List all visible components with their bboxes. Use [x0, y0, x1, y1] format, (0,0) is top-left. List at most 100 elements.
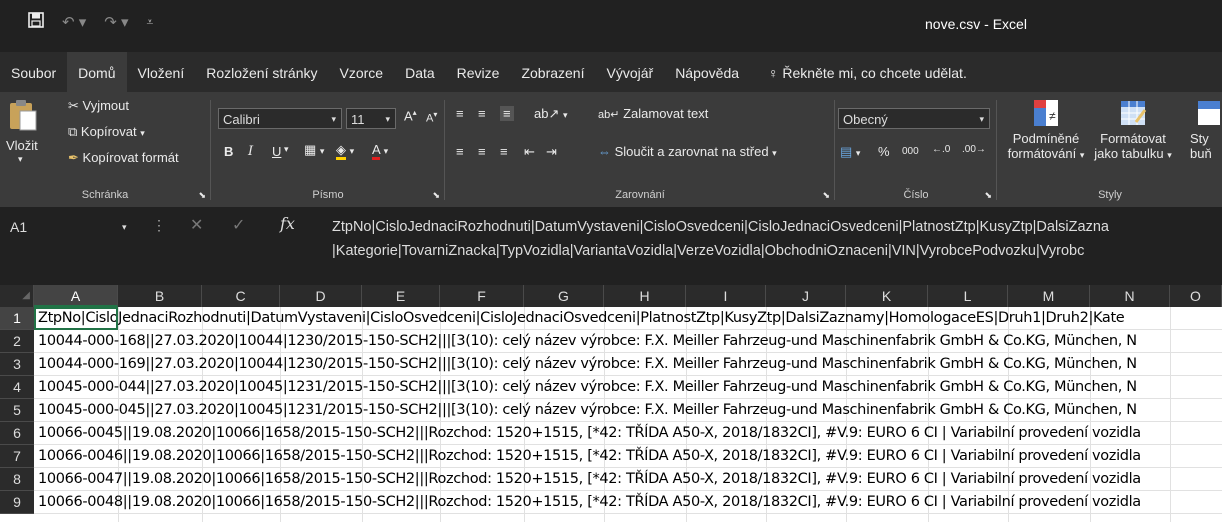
tab-home[interactable]: Domů [67, 52, 127, 92]
table-row: 7 10066-0046||19.08.2020|10066|1658/2015-… [0, 445, 1222, 468]
row-header[interactable]: 2 [0, 330, 34, 353]
row-header[interactable]: 8 [0, 468, 34, 491]
cell-text[interactable]: 10066-0048||19.08.2020|10066|1658/2015-1… [34, 491, 1222, 514]
cell-text[interactable]: 10044-000-168||27.03.2020|10044|1230/201… [34, 330, 1222, 353]
tab-review[interactable]: Revize [446, 54, 511, 92]
column-header[interactable]: I [686, 285, 766, 307]
row-header[interactable]: 7 [0, 445, 34, 468]
redo-icon[interactable]: ↷ ▾ [104, 13, 128, 31]
more-options-icon[interactable]: ⋮ [152, 217, 166, 234]
borders-icon[interactable]: ▦ ▾ [304, 142, 324, 158]
tab-developer[interactable]: Vývojář [596, 54, 665, 92]
increase-decimal-icon[interactable]: ←.0 [932, 144, 950, 155]
column-header[interactable]: B [118, 285, 202, 307]
format-painter-button[interactable]: ✒ Kopírovat formát [68, 150, 179, 166]
number-format-select[interactable]: Obecný ▾ [838, 108, 990, 129]
cut-button[interactable]: ✂ Vyjmout [68, 98, 129, 114]
currency-icon[interactable]: ▤ ▾ [840, 144, 860, 160]
tab-file[interactable]: Soubor [0, 54, 67, 92]
orientation-icon[interactable]: ab↗ ▾ [534, 106, 568, 122]
tab-insert[interactable]: Vložení [127, 54, 196, 92]
chevron-down-icon[interactable]: ▾ [284, 144, 289, 155]
align-top-icon[interactable]: ≡ [456, 106, 464, 121]
column-header[interactable]: M [1008, 285, 1090, 307]
merge-center-button[interactable]: ⇔ Sloučit a zarovnat na střed ▾ [598, 144, 777, 159]
table-row: 1 ZtpNo|CisloJednaciRozhodnuti|DatumVysta… [0, 307, 1222, 330]
column-header[interactable]: J [766, 285, 846, 307]
column-header[interactable]: F [440, 285, 524, 307]
row-header[interactable]: 3 [0, 353, 34, 376]
align-bottom-icon[interactable]: ≡ [500, 106, 514, 121]
decrease-indent-icon[interactable]: ⇤ [524, 144, 535, 160]
column-header[interactable]: G [524, 285, 604, 307]
tab-data[interactable]: Data [394, 54, 446, 92]
font-size-select[interactable]: 11 ▾ [346, 108, 396, 129]
dialog-launcher-icon[interactable]: ⬊ [198, 190, 206, 201]
row-header[interactable]: 9 [0, 491, 34, 514]
confirm-icon[interactable]: ✓ [232, 215, 245, 235]
row-header[interactable]: 5 [0, 399, 34, 422]
underline-button[interactable]: U [272, 144, 281, 159]
cell-text[interactable]: 10045-000-045||27.03.2020|10045|1231/201… [34, 399, 1222, 422]
dialog-launcher-icon[interactable]: ⬊ [432, 190, 440, 201]
tab-view[interactable]: Zobrazení [510, 54, 595, 92]
bold-button[interactable]: B [224, 144, 233, 159]
tab-help[interactable]: Nápověda [664, 54, 750, 92]
format-as-table-button[interactable]: Formátovat jako tabulku ▾ [1090, 98, 1176, 161]
customize-icon[interactable]: ⩡ [147, 15, 154, 30]
italic-button[interactable]: I [248, 144, 253, 159]
wrap-text-button[interactable]: ab↵ Zalamovat text [598, 106, 708, 121]
align-left-icon[interactable]: ≡ [456, 144, 464, 159]
save-icon[interactable] [28, 12, 44, 32]
row-header[interactable]: 6 [0, 422, 34, 445]
cell-text[interactable]: ZtpNo|CisloJednaciRozhodnuti|DatumVystav… [34, 307, 1222, 330]
column-header[interactable]: O [1170, 285, 1222, 307]
paste-button[interactable]: Vložit ▾ [6, 96, 42, 164]
align-right-icon[interactable]: ≡ [500, 144, 508, 159]
cell-text[interactable]: 10044-000-169||27.03.2020|10044|1230/201… [34, 353, 1222, 376]
fill-color-icon[interactable]: ◈ ▾ [336, 142, 354, 160]
increase-indent-icon[interactable]: ⇥ [546, 144, 557, 160]
decrease-decimal-icon[interactable]: .00→ [962, 144, 986, 155]
cancel-icon[interactable]: ✕ [190, 215, 203, 235]
column-header[interactable]: H [604, 285, 686, 307]
font-color-icon[interactable]: A ▾ [372, 142, 388, 160]
conditional-formatting-button[interactable]: ≠ Podmíněné formátování ▾ [1004, 98, 1088, 161]
column-header[interactable]: N [1090, 285, 1170, 307]
percent-button[interactable]: % [878, 144, 890, 159]
tell-me-search[interactable]: ♀ Řekněte mi, co chcete udělat. [750, 54, 967, 92]
cell-text[interactable]: 10066-0045||19.08.2020|10066|1658/2015-1… [34, 422, 1222, 445]
divider [210, 100, 211, 200]
brush-icon: ✒ [68, 150, 79, 165]
column-header[interactable]: E [362, 285, 440, 307]
dialog-launcher-icon[interactable]: ⬊ [822, 190, 830, 201]
row-header[interactable]: 1 [0, 307, 34, 330]
select-all-button[interactable]: ◢ [0, 285, 34, 307]
formula-input[interactable]: ZtpNo|CisloJednaciRozhodnuti|DatumVystav… [332, 215, 1222, 263]
row-header[interactable]: 4 [0, 376, 34, 399]
column-header[interactable]: A [34, 285, 118, 307]
align-center-icon[interactable]: ≡ [478, 144, 486, 159]
thousands-button[interactable]: 000 [902, 146, 919, 157]
name-box[interactable]: A1 ▾ [10, 214, 130, 240]
cell-text[interactable]: 10045-000-044||27.03.2020|10045|1231/201… [34, 376, 1222, 399]
column-header[interactable]: L [928, 285, 1008, 307]
align-middle-icon[interactable]: ≡ [478, 106, 486, 121]
undo-icon[interactable]: ↶ ▾ [62, 13, 86, 31]
ribbon: Vložit ▾ ✂ Vyjmout ⧉ Kopírovat ▾ ✒ Kopír… [0, 92, 1222, 207]
column-header[interactable]: C [202, 285, 280, 307]
cell-styles-button[interactable]: Sty buň [1190, 98, 1222, 161]
dialog-launcher-icon[interactable]: ⬊ [984, 190, 992, 201]
tab-page-layout[interactable]: Rozložení stránky [195, 54, 328, 92]
increase-font-button[interactable]: A▴ [404, 108, 417, 123]
tab-formulas[interactable]: Vzorce [329, 54, 395, 92]
insert-function-icon[interactable]: fx [280, 214, 295, 233]
cell-text[interactable]: 10066-0047||19.08.2020|10066|1658/2015-1… [34, 468, 1222, 491]
column-header[interactable]: K [846, 285, 928, 307]
cell-styles-icon [1198, 101, 1220, 125]
font-name-select[interactable]: Calibri ▾ [218, 108, 342, 129]
decrease-font-button[interactable]: A▾ [426, 110, 437, 125]
cell-text[interactable]: 10066-0046||19.08.2020|10066|1658/2015-1… [34, 445, 1222, 468]
copy-button[interactable]: ⧉ Kopírovat ▾ [68, 124, 145, 140]
column-header[interactable]: D [280, 285, 362, 307]
